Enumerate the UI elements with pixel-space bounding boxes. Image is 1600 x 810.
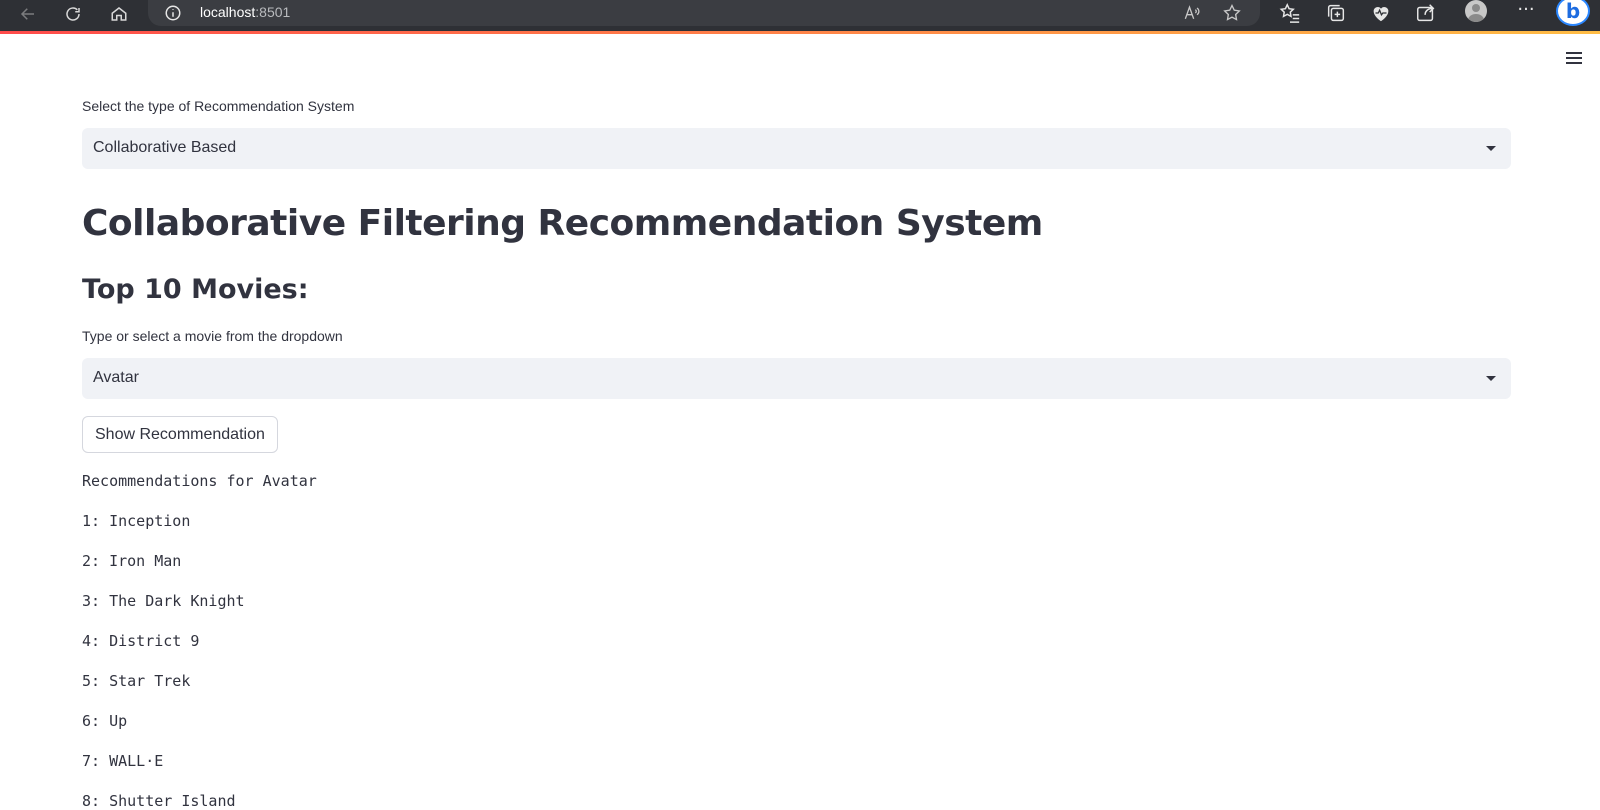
profile-avatar[interactable] (1465, 0, 1487, 22)
info-icon[interactable] (164, 4, 182, 22)
refresh-button[interactable] (58, 0, 88, 28)
result-item-1: 1: Inception (82, 512, 191, 530)
browser-toolbar: localhost:8501 ··· b (0, 0, 1600, 31)
address-host: localhost (200, 4, 256, 20)
back-arrow-icon (20, 8, 34, 20)
system-select-value: Collaborative Based (93, 139, 237, 156)
show-recommendation-button[interactable]: Show Recommendation (82, 416, 278, 453)
movie-select-value: Avatar (93, 369, 139, 386)
home-button[interactable] (104, 0, 134, 28)
chevron-down-icon (1486, 376, 1496, 381)
back-button[interactable] (13, 0, 43, 28)
favorites-icon[interactable] (1279, 2, 1301, 24)
results-heading: Recommendations for Avatar (82, 472, 317, 490)
system-type-select[interactable]: Collaborative Based (82, 128, 1511, 169)
share-icon[interactable] (1415, 2, 1437, 24)
read-aloud-icon[interactable] (1182, 3, 1202, 23)
result-item-4: 4: District 9 (82, 632, 200, 650)
home-icon (111, 7, 127, 21)
browser-essentials-icon[interactable] (1370, 2, 1392, 24)
result-item-2: 2: Iron Man (82, 552, 182, 570)
hamburger-menu-icon[interactable] (1564, 50, 1584, 66)
copilot-bing-icon[interactable]: b (1556, 0, 1590, 26)
user-icon (1467, 4, 1485, 22)
collections-icon[interactable] (1325, 2, 1347, 24)
section-subtitle: Top 10 Movies: (82, 274, 309, 305)
page-title: Collaborative Filtering Recommendation S… (82, 203, 1043, 244)
system-select-label: Select the type of Recommendation System (82, 98, 355, 114)
result-item-3: 3: The Dark Knight (82, 592, 245, 610)
movie-select[interactable]: Avatar (82, 358, 1511, 399)
refresh-icon (66, 7, 80, 21)
chevron-down-icon (1486, 146, 1496, 151)
address-port: :8501 (255, 4, 291, 20)
result-item-6: 6: Up (82, 712, 128, 730)
decoration-bar (0, 31, 1600, 34)
address-bar[interactable]: localhost:8501 (148, 0, 1260, 26)
result-item-5: 5: Star Trek (82, 672, 191, 690)
result-item-8: 8: Shutter Island (82, 792, 236, 810)
favorite-star-icon[interactable] (1222, 3, 1242, 23)
result-item-7: 7: WALL·E (82, 752, 164, 770)
address-url: localhost:8501 (200, 4, 290, 20)
movie-select-label: Type or select a movie from the dropdown (82, 328, 343, 344)
more-options-icon[interactable]: ··· (1515, 0, 1537, 22)
